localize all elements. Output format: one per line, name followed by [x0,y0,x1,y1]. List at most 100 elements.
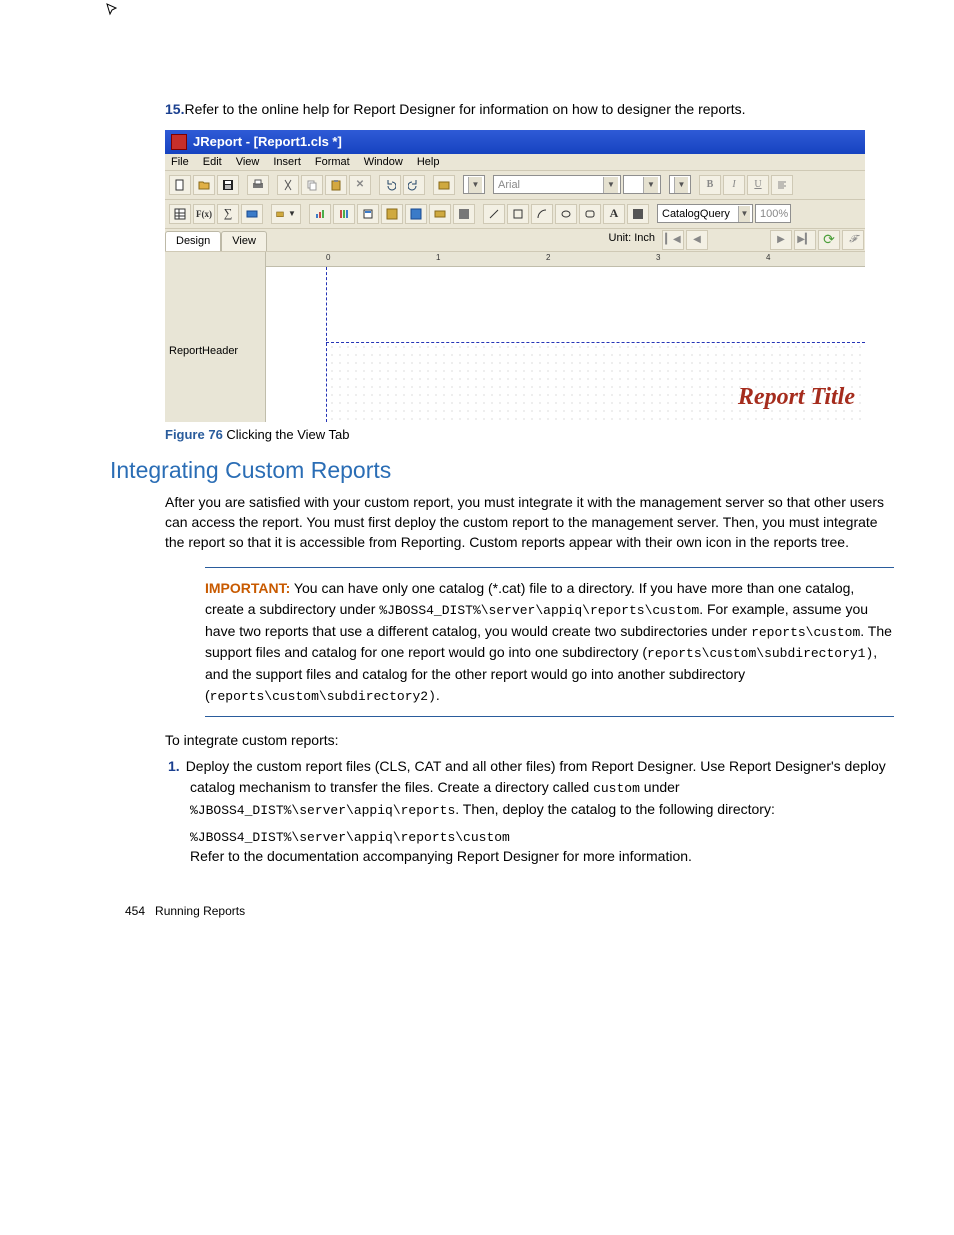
imp-t5: . [436,687,440,703]
ruler: 0 1 2 3 4 [266,252,865,267]
section-heading: Integrating Custom Reports [110,457,894,484]
chart-icon[interactable] [309,204,331,224]
intro-paragraph: After you are satisfied with your custom… [165,492,894,553]
align-icon[interactable] [771,175,793,195]
refresh-icon[interactable]: ⟳ [818,230,840,250]
band-label: ReportHeader [169,345,238,357]
ruler-3: 3 [656,253,660,262]
image-icon[interactable] [405,204,427,224]
nav-next-icon[interactable]: ▶ [770,230,792,250]
nav-last-icon[interactable]: ▶▎ [794,230,816,250]
toolbar-dropdown-2[interactable]: ▼ [669,175,691,194]
new-icon[interactable] [169,175,191,195]
menu-file[interactable]: File [171,156,189,168]
font-value: Arial [498,179,520,191]
box-icon[interactable] [507,204,529,224]
tab-view[interactable]: View [221,231,267,251]
footer-title: Running Reports [155,904,245,918]
font-dropdown[interactable]: Arial▼ [493,175,621,194]
redo-icon[interactable] [403,175,425,195]
menu-window[interactable]: Window [364,156,403,168]
integrate-intro: To integrate custom reports: [165,732,894,748]
band-panel: ReportHeader [165,252,265,422]
toolbar-dropdown[interactable]: ▼ [463,175,485,194]
window-titlebar: JReport - [Report1.cls *] [165,130,865,154]
arc-icon[interactable] [531,204,553,224]
s1-m1: custom [593,781,640,796]
imp-m3: reports\custom\subdirectory1) [647,646,873,661]
paste-icon[interactable] [325,175,347,195]
ole-icon[interactable] [453,204,475,224]
figure-text: Clicking the View Tab [223,427,350,442]
unit-label: Unit: Inch [603,229,661,251]
figure-caption: Figure 76 Clicking the View Tab [165,427,894,442]
app-icon [171,134,187,150]
figure-label: Figure 76 [165,427,223,442]
design-area: ReportHeader 0 1 2 3 4 Report Title [165,252,865,422]
step-1: 1.Deploy the custom report files (CLS, C… [190,756,894,820]
s1-t3: . Then, deploy the catalog to the follow… [455,801,775,817]
toolbar-2: F(x) ∑ ▼ A CatalogQuery▼ 100% [165,200,865,229]
page-footer: 454 Running Reports [125,904,894,918]
save-icon[interactable] [217,175,239,195]
catalog-dropdown[interactable]: CatalogQuery▼ [657,204,753,223]
s1-m2: %JBOSS4_DIST%\server\appiq\reports [190,803,455,818]
underline-icon[interactable]: U [747,175,769,195]
step-number: 15. [165,101,184,117]
toolbar-1: ✕ ▼ Arial▼ ▼ ▼ B I U [165,171,865,200]
roundrect-icon[interactable] [579,204,601,224]
menu-insert[interactable]: Insert [273,156,301,168]
oval-icon[interactable] [555,204,577,224]
zoom-dropdown[interactable]: 100% [755,204,791,223]
open-icon[interactable] [193,175,215,195]
window-title: JReport - [Report1.cls *] [193,134,342,149]
barcode-icon[interactable] [333,204,355,224]
insert-icon[interactable] [627,204,649,224]
design-canvas[interactable]: Report Title [266,267,865,422]
delete-icon[interactable]: ✕ [349,175,371,195]
text-icon[interactable]: A [603,204,625,224]
table-icon[interactable] [169,204,191,224]
formula-icon[interactable]: F(x) [193,204,215,224]
crosstab-icon[interactable] [381,204,403,224]
cut-icon[interactable] [277,175,299,195]
s1-t1: Deploy the custom report files (CLS, CAT… [186,758,886,794]
italic-icon[interactable]: I [723,175,745,195]
print-icon[interactable] [247,175,269,195]
imp-m1: %JBOSS4_DIST%\server\appiq\reports\custo… [379,603,699,618]
undo-icon[interactable] [379,175,401,195]
menu-format[interactable]: Format [315,156,350,168]
label-icon[interactable] [429,204,451,224]
step-1-follow: Refer to the documentation accompanying … [190,848,894,864]
ruler-2: 2 [546,253,550,262]
important-label: IMPORTANT: [205,580,290,596]
menu-help[interactable]: Help [417,156,440,168]
s1-t2: under [640,779,680,795]
imp-m2: reports\custom [751,625,860,640]
report-title-placeholder[interactable]: Report Title [738,384,855,411]
tab-design[interactable]: Design [165,231,221,251]
field-icon[interactable] [241,204,263,224]
important-note: IMPORTANT: You can have only one catalog… [205,567,894,717]
nav-prev-icon[interactable]: ◀ [686,230,708,250]
line-icon[interactable] [483,204,505,224]
subreport-icon[interactable] [357,204,379,224]
menu-view[interactable]: View [236,156,260,168]
imp-m4: reports\custom\subdirectory2) [210,689,436,704]
mono-path: %JBOSS4_DIST%\server\appiq\reports\custo… [190,830,894,845]
ruler-0: 0 [326,253,330,262]
stop-icon[interactable]: 𝓕 [842,230,864,250]
sum-icon[interactable]: ∑ [217,204,239,224]
step-15: 15.Refer to the online help for Report D… [165,100,894,120]
component-icon[interactable]: ▼ [271,204,301,224]
margin-guide-v [326,267,327,422]
bold-icon[interactable]: B [699,175,721,195]
menu-bar[interactable]: File Edit View Insert Format Window Help [165,154,865,171]
nav-first-icon[interactable]: ▎◀ [662,230,684,250]
screenshot-figure: JReport - [Report1.cls *] File Edit View… [165,130,865,422]
toolbar-3: Design View Unit: Inch ▎◀ ◀ ▶ ▶▎ ⟳ 𝓕 [165,229,865,252]
menu-edit[interactable]: Edit [203,156,222,168]
copy-icon[interactable] [301,175,323,195]
catalog-icon[interactable] [433,175,455,195]
fontsize-dropdown[interactable]: ▼ [623,175,661,194]
